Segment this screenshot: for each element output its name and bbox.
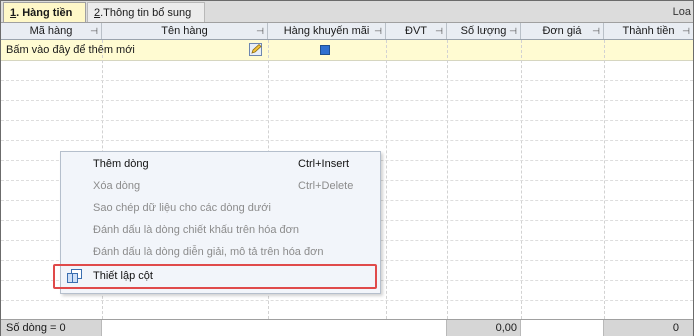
column-header-ten-hang[interactable]: Tên hàng ⊣ [102, 23, 268, 39]
pin-icon[interactable]: ⊣ [374, 23, 382, 39]
column-header-so-luong[interactable]: Số lượng ⊣ [447, 23, 521, 39]
tab-hang-tien[interactable]: 1. Hàng tiền [3, 2, 86, 22]
add-new-row-text[interactable]: Bấm vào đây để thêm mới [6, 40, 135, 60]
pin-icon[interactable]: ⊣ [592, 23, 600, 39]
grid-header: Mã hàng ⊣ Tên hàng ⊣ Hàng khuyến mãi ⊣ ĐVT ⊣… [1, 23, 693, 40]
grid-line [1, 80, 693, 81]
menu-item-copy-down[interactable]: Sao chép dữ liệu cho các dòng dưới [61, 198, 380, 218]
quantity-total: 0,00 [447, 320, 521, 336]
pin-icon[interactable]: ⊣ [682, 23, 690, 39]
column-header-thanh-tien[interactable]: Thành tiền ⊣ [604, 23, 693, 39]
tab-label: .Thông tin bổ sung [100, 7, 192, 19]
grid-line [1, 100, 693, 101]
tab-label: . Hàng tiền [16, 7, 73, 19]
menu-item-add-row[interactable]: Thêm dòng Ctrl+Insert [61, 154, 380, 174]
grid-line [1, 300, 693, 301]
grid-line [1, 140, 693, 141]
pin-icon[interactable]: ⊣ [509, 23, 517, 39]
tab-thong-tin-bo-sung[interactable]: 2.Thông tin bổ sung [87, 2, 205, 22]
highlight-box [53, 264, 377, 289]
footer-blank [102, 320, 447, 336]
pin-icon[interactable]: ⊣ [90, 23, 98, 39]
row-count: Số dòng = 0 [1, 320, 102, 336]
column-header-hang-khuyen-mai[interactable]: Hàng khuyến mãi ⊣ [268, 23, 386, 39]
add-new-row[interactable]: Bấm vào đây để thêm mới [1, 40, 693, 61]
footer-blank [521, 320, 604, 336]
promo-checkbox[interactable] [320, 45, 330, 55]
menu-item-delete-row[interactable]: Xóa dòng Ctrl+Delete [61, 176, 380, 196]
column-header-don-gia[interactable]: Đơn giá ⊣ [521, 23, 604, 39]
tab-strip-right-text: Loa [672, 6, 691, 18]
grid-footer: Số dòng = 0 0,00 0 [1, 319, 693, 336]
amount-total: 0 [604, 320, 693, 336]
menu-item-mark-discount[interactable]: Đánh dấu là dòng chiết khấu trên hóa đơn [61, 220, 380, 240]
column-header-ma-hang[interactable]: Mã hàng ⊣ [1, 23, 102, 39]
tab-strip: 1. Hàng tiền 2.Thông tin bổ sung Loa [1, 1, 693, 23]
menu-item-mark-description[interactable]: Đánh dấu là dòng diễn giải, mô tả trên h… [61, 242, 380, 262]
pin-icon[interactable]: ⊣ [256, 23, 264, 39]
column-header-dvt[interactable]: ĐVT ⊣ [386, 23, 447, 39]
edit-icon[interactable] [249, 43, 263, 56]
grid-line [1, 120, 693, 121]
pin-icon[interactable]: ⊣ [435, 23, 443, 39]
